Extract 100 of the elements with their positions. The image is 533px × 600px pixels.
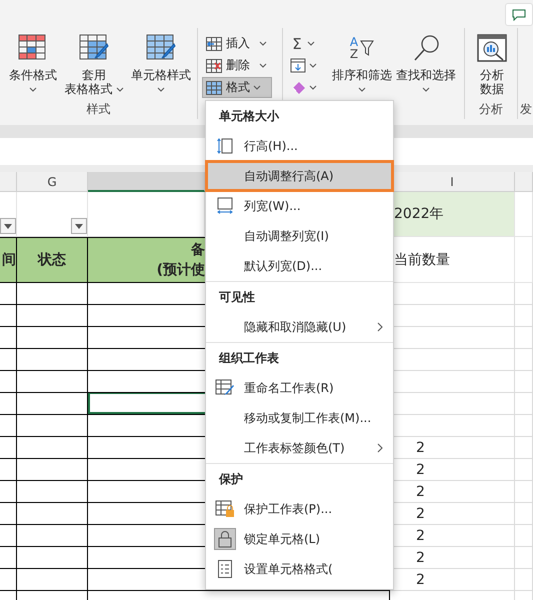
caret-icon <box>309 85 317 90</box>
table-cell <box>515 459 533 481</box>
menu-item[interactable]: 自动调整列宽(I) <box>206 221 393 251</box>
table-cell <box>0 305 17 327</box>
group-label: 样式 <box>86 101 110 118</box>
table-cell <box>0 283 17 305</box>
table-brush-icon <box>79 34 109 62</box>
table-cell <box>0 327 17 349</box>
funnel-icon <box>360 39 374 57</box>
table-cell <box>515 327 533 349</box>
menu-item[interactable]: 设置单元格格式( <box>206 554 393 584</box>
row-height-icon <box>216 137 234 155</box>
table-cell <box>515 371 533 393</box>
table-cell <box>515 393 533 415</box>
table-cell <box>0 437 17 459</box>
table-cell <box>0 459 17 481</box>
table-cell <box>17 525 88 547</box>
table-cell <box>0 503 17 525</box>
speech-bubble-icon <box>512 8 526 20</box>
menu-item[interactable]: 隐藏和取消隐藏(U) <box>206 312 393 342</box>
menu-item[interactable]: 锁定单元格(L) <box>206 524 393 554</box>
table-cell <box>515 481 533 503</box>
table-cell <box>17 283 88 305</box>
ribbon-button[interactable]: 插入 <box>202 33 272 54</box>
delete-cells-icon <box>205 58 223 74</box>
caret-icon <box>116 86 124 92</box>
caret-icon <box>259 63 267 68</box>
table-cell <box>0 415 17 437</box>
ribbon-button[interactable]: 条件格式 <box>4 28 62 96</box>
dropdown-arrow-icon <box>4 224 12 228</box>
find-select-button[interactable]: 查找和选择 <box>394 28 458 96</box>
padlock-icon <box>214 528 236 550</box>
comment-button[interactable] <box>505 3 533 26</box>
table-cell <box>17 415 88 437</box>
column-header[interactable]: G <box>17 172 88 192</box>
menu-item[interactable]: 默认列宽(D)... <box>206 251 393 281</box>
format-list-icon <box>217 560 233 578</box>
table-cell <box>515 525 533 547</box>
menu-section-title: 保护 <box>218 470 244 488</box>
table-cell <box>17 569 88 591</box>
menu-item[interactable]: 行高(H)... <box>206 131 393 161</box>
format-cells-icon <box>205 80 223 96</box>
table-cell <box>17 371 88 393</box>
column-width-icon <box>216 197 234 215</box>
menu-item[interactable]: 列宽(W)... <box>206 191 393 221</box>
table-cell <box>17 437 88 459</box>
ribbon-button[interactable]: 单元格样式 <box>126 28 196 96</box>
table-cell <box>17 503 88 525</box>
caret-icon <box>358 86 366 92</box>
table-cell <box>515 437 533 459</box>
table-cell <box>515 547 533 569</box>
filter-button[interactable] <box>0 218 16 234</box>
table-cell <box>515 349 533 371</box>
menu-item[interactable]: 保护工作表(P)... <box>206 494 393 524</box>
conditional-format-icon <box>18 34 48 62</box>
table-cell <box>515 305 533 327</box>
menu-item[interactable]: 自动调整行高(A) <box>206 161 393 191</box>
table-cell <box>0 569 17 591</box>
dropdown-arrow-icon <box>75 224 83 228</box>
eraser-icon <box>290 80 306 94</box>
table-cell <box>17 349 88 371</box>
sort-filter-button[interactable]: A Z 排序和筛选 <box>330 28 394 96</box>
table-cell <box>17 459 88 481</box>
caret-icon <box>253 85 261 90</box>
fill-down-icon <box>290 58 306 73</box>
ribbon-button[interactable]: 套用 表格格式 <box>62 28 126 96</box>
column-header[interactable] <box>88 172 205 192</box>
table-cell <box>0 547 17 569</box>
group-label: 分析 <box>479 101 503 118</box>
caret-icon <box>309 63 317 68</box>
table-cell <box>17 547 88 569</box>
table-cell <box>515 192 533 237</box>
caret-icon <box>259 41 267 46</box>
ribbon-button[interactable]: 格式 <box>202 77 272 98</box>
autosum-button[interactable]: Σ <box>287 33 322 54</box>
table-cell <box>0 349 17 371</box>
analyze-data-button[interactable]: 分析 数据 <box>469 28 515 96</box>
table-cell <box>17 305 88 327</box>
table-cell <box>17 393 88 415</box>
table-cell <box>0 481 17 503</box>
caret-icon <box>422 86 430 92</box>
table-cell <box>515 283 533 305</box>
table-cell <box>0 393 17 415</box>
table-cell: 备 (预计使 <box>88 237 205 283</box>
selected-cell[interactable] <box>88 393 205 415</box>
ribbon-button[interactable]: 删除 <box>202 55 272 76</box>
table-cell <box>0 525 17 547</box>
table-cell <box>17 327 88 349</box>
menu-item[interactable]: 重命名工作表(R) <box>206 373 393 403</box>
filter-button[interactable] <box>71 218 87 234</box>
menu-item[interactable]: 移动或复制工作表(M)... <box>206 403 393 433</box>
sort-icon: A Z <box>350 36 358 60</box>
menu-item[interactable]: 工作表标签颜色(T) <box>206 433 393 463</box>
caret-icon <box>29 86 37 92</box>
table-cell <box>0 371 17 393</box>
table-cell: 间 <box>0 237 17 283</box>
table-cell <box>515 415 533 437</box>
insert-cells-icon <box>205 36 223 52</box>
table-cell: 状态 <box>17 237 88 283</box>
analyze-data-icon <box>477 34 507 62</box>
